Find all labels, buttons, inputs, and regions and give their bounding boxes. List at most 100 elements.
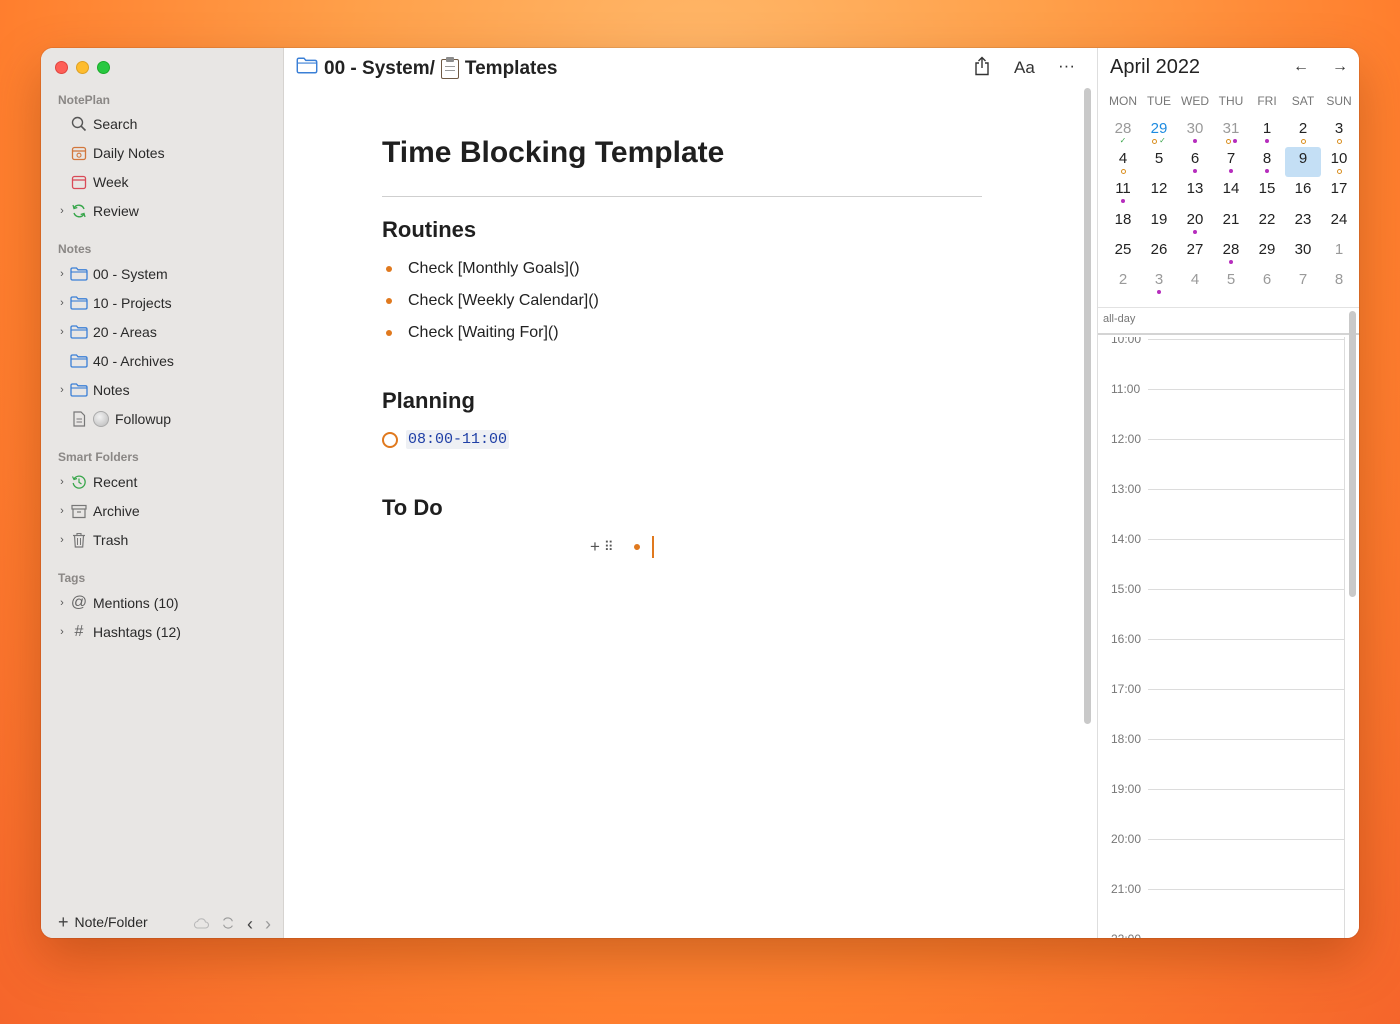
drag-handle-icon[interactable]: ⠿ xyxy=(604,539,613,555)
list-item[interactable]: Check [Waiting For]() xyxy=(386,324,559,342)
calendar-day[interactable]: 3 xyxy=(1141,268,1177,298)
calendar-day[interactable]: 20 xyxy=(1177,208,1213,238)
sidebar-item-recent[interactable]: › Recent xyxy=(55,470,277,494)
chevron-right-icon[interactable]: › xyxy=(55,505,69,517)
list-item-text[interactable]: Check [Weekly Calendar]() xyxy=(408,292,599,310)
task-checkbox[interactable] xyxy=(382,431,398,448)
calendar-day[interactable]: 5 xyxy=(1213,268,1249,298)
next-month-icon[interactable]: → xyxy=(1332,58,1348,76)
calendar-day[interactable]: 29 xyxy=(1249,238,1285,268)
timeline-hour-row[interactable]: 20:00 xyxy=(1098,832,1359,846)
list-item[interactable]: Check [Monthly Goals]() xyxy=(386,260,580,278)
task-item[interactable]: 08:00-11:00 xyxy=(382,430,510,449)
breadcrumb[interactable]: 00 - System/ Templates xyxy=(296,56,557,80)
heading-routines[interactable]: Routines xyxy=(382,217,476,243)
heading-to-do[interactable]: To Do xyxy=(382,495,443,521)
sidebar-item-week[interactable]: Week xyxy=(55,170,277,194)
more-options-button[interactable]: ··· xyxy=(1058,56,1075,76)
calendar-day[interactable]: 21 xyxy=(1213,208,1249,238)
sidebar-item-archive[interactable]: › Archive xyxy=(55,499,277,523)
back-icon[interactable]: ‹ xyxy=(247,914,253,935)
chevron-right-icon[interactable]: › xyxy=(55,476,69,488)
calendar-day[interactable]: 10 xyxy=(1321,147,1357,177)
all-day-row[interactable]: all-day xyxy=(1098,307,1359,335)
timeline-hour-row[interactable]: 16:00 xyxy=(1098,632,1359,646)
calendar-day[interactable]: 7 xyxy=(1213,147,1249,177)
calendar-day[interactable]: 13 xyxy=(1177,177,1213,207)
timeline-hour-row[interactable]: 11:00 xyxy=(1098,382,1359,396)
new-note-button[interactable]: + Note/Folder xyxy=(58,912,148,933)
timeline-hour-row[interactable]: 18:00 xyxy=(1098,732,1359,746)
calendar-day[interactable]: 17 xyxy=(1321,177,1357,207)
sidebar-item-hashtags[interactable]: › # Hashtags (12) xyxy=(55,620,277,644)
close-window-button[interactable] xyxy=(55,61,68,74)
timeline-hour-row[interactable]: 15:00 xyxy=(1098,582,1359,596)
calendar-day[interactable]: 6 xyxy=(1177,147,1213,177)
sidebar-item-40-archives[interactable]: 40 - Archives xyxy=(55,349,277,373)
calendar-day[interactable]: 23 xyxy=(1285,208,1321,238)
timeline-hour-row[interactable]: 17:00 xyxy=(1098,682,1359,696)
chevron-right-icon[interactable]: › xyxy=(55,268,69,280)
forward-icon[interactable]: › xyxy=(265,914,271,935)
font-button[interactable]: Aa xyxy=(1014,58,1035,78)
calendar-day[interactable]: 22 xyxy=(1249,208,1285,238)
time-block-text[interactable]: 08:00-11:00 xyxy=(406,430,510,449)
sidebar-item-10-projects[interactable]: › 10 - Projects xyxy=(55,291,277,315)
chevron-right-icon[interactable]: › xyxy=(55,326,69,338)
breadcrumb-folder[interactable]: 00 - System/ xyxy=(324,58,435,80)
list-item-text[interactable]: Check [Waiting For]() xyxy=(408,324,559,342)
calendar-day[interactable]: 6 xyxy=(1249,268,1285,298)
calendar-day[interactable]: 7 xyxy=(1285,268,1321,298)
previous-month-icon[interactable]: ← xyxy=(1293,58,1309,76)
chevron-right-icon[interactable]: › xyxy=(55,297,69,309)
sidebar-item-daily-notes[interactable]: Daily Notes xyxy=(55,141,277,165)
sidebar-item-search[interactable]: Search xyxy=(55,112,277,136)
list-item-text[interactable]: Check [Monthly Goals]() xyxy=(408,260,580,278)
sidebar-item-trash[interactable]: › Trash xyxy=(55,528,277,552)
list-item[interactable]: Check [Weekly Calendar]() xyxy=(386,292,599,310)
calendar-day[interactable]: 31 xyxy=(1213,117,1249,147)
calendar-day[interactable]: 28 ✓ xyxy=(1105,117,1141,147)
chevron-right-icon[interactable]: › xyxy=(55,384,69,396)
heading-planning[interactable]: Planning xyxy=(382,388,475,414)
calendar-day[interactable]: 11 xyxy=(1105,177,1141,207)
sidebar-item-00-system[interactable]: › 00 - System xyxy=(55,262,277,286)
calendar-day[interactable]: 15 xyxy=(1249,177,1285,207)
calendar-day[interactable]: 30 xyxy=(1285,238,1321,268)
sidebar-item-20-areas[interactable]: › 20 - Areas xyxy=(55,320,277,344)
sidebar-item-review[interactable]: › Review xyxy=(55,199,277,223)
calendar-day[interactable]: 14 xyxy=(1213,177,1249,207)
sidebar-item-notes[interactable]: › Notes xyxy=(55,378,277,402)
calendar-day[interactable]: 5 xyxy=(1141,147,1177,177)
empty-list-item[interactable]: + ⠿ xyxy=(590,536,654,558)
calendar-day[interactable]: 8 xyxy=(1249,147,1285,177)
editor-scrollbar[interactable] xyxy=(1084,88,1091,724)
calendar-day[interactable]: 29 ✓ xyxy=(1141,117,1177,147)
timeline-scrollbar[interactable] xyxy=(1349,311,1356,597)
line-handle[interactable]: + ⠿ xyxy=(590,537,626,557)
calendar-day[interactable]: 24 xyxy=(1321,208,1357,238)
timeline-hour-row[interactable]: 12:00 xyxy=(1098,432,1359,446)
calendar-day[interactable]: 27 xyxy=(1177,238,1213,268)
calendar-day[interactable]: 3 xyxy=(1321,117,1357,147)
calendar-day[interactable]: 18 xyxy=(1105,208,1141,238)
calendar-day[interactable]: 9 xyxy=(1285,147,1321,178)
calendar-day[interactable]: 1 xyxy=(1249,117,1285,147)
calendar-day[interactable]: 4 xyxy=(1105,147,1141,177)
calendar-day[interactable]: 19 xyxy=(1141,208,1177,238)
calendar-day[interactable]: 16 xyxy=(1285,177,1321,207)
sidebar-item-mentions[interactable]: › @ Mentions (10) xyxy=(55,591,277,615)
timeline-hour-row[interactable]: 14:00 xyxy=(1098,532,1359,546)
zoom-window-button[interactable] xyxy=(97,61,110,74)
calendar-day[interactable]: 25 xyxy=(1105,238,1141,268)
calendar-day[interactable]: 1 xyxy=(1321,238,1357,268)
calendar-day[interactable]: 26 xyxy=(1141,238,1177,268)
share-icon[interactable] xyxy=(973,56,991,81)
sync-icon[interactable] xyxy=(221,916,235,933)
timeline-hour-row[interactable]: 13:00 xyxy=(1098,482,1359,496)
timeline-hour-row[interactable]: 21:00 xyxy=(1098,882,1359,896)
chevron-right-icon[interactable]: › xyxy=(55,534,69,546)
calendar-day[interactable]: 30 xyxy=(1177,117,1213,147)
timeline-hour-row[interactable]: 19:00 xyxy=(1098,782,1359,796)
document-title[interactable]: Time Blocking Template xyxy=(382,136,724,170)
